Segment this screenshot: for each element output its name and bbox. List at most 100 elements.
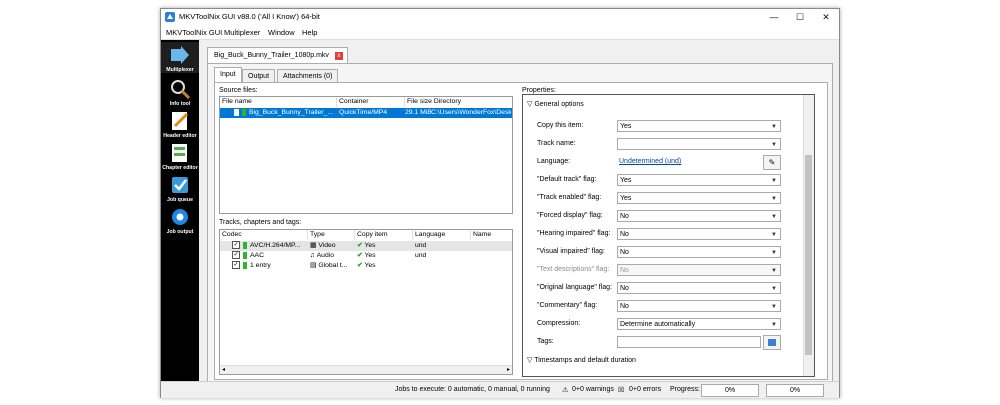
tab-output[interactable]: Output <box>242 69 276 83</box>
track-enabled-select[interactable]: Yes ▼ <box>617 192 781 204</box>
select-value: Determine automatically <box>620 321 696 328</box>
chevron-down-icon: ▼ <box>771 250 777 256</box>
commentary-select[interactable]: No ▼ <box>617 300 781 312</box>
horizontal-scrollbar[interactable]: ◂ ▸ <box>220 365 512 374</box>
browse-tags-button[interactable] <box>763 335 781 350</box>
check-icon: ✔ <box>357 242 363 249</box>
title-bar: MKVToolNix GUI v88.0 ('All I Know') 64-b… <box>161 9 839 25</box>
chevron-down-icon: ▼ <box>771 178 777 184</box>
table-row[interactable]: ✓ AVC/H.264/MP... ▦ Video ✔ Yes und <box>220 241 512 251</box>
section-title: Timestamps and default duration <box>534 357 636 364</box>
table-row[interactable]: Big_Buck_Bunny_Trailer_... QuickTime/MP4… <box>220 108 512 118</box>
general-options-header[interactable]: ▽ General options <box>527 99 584 111</box>
column-header[interactable]: Copy item <box>355 230 413 240</box>
error-icon[interactable]: ☒ <box>618 386 624 394</box>
track-name-input[interactable]: ▼ <box>617 138 781 150</box>
sidebar-item-info-tool[interactable]: Info tool <box>161 76 199 107</box>
column-header[interactable]: Language <box>413 230 471 240</box>
tags-input[interactable] <box>617 336 761 348</box>
sidebar-item-multiplexer[interactable]: Multiplexer <box>161 42 199 73</box>
scroll-left-icon[interactable]: ◂ <box>222 366 225 374</box>
chevron-down-icon: ▼ <box>771 142 777 148</box>
column-header[interactable]: Container <box>337 97 405 107</box>
language-link[interactable]: Undetermined (und) <box>619 156 681 168</box>
field-label: "Visual impaired" flag: <box>537 248 605 255</box>
select-value: No <box>620 303 629 310</box>
source-files-table[interactable]: File name Container File size Directory … <box>219 96 513 214</box>
scroll-right-icon[interactable]: ▸ <box>507 366 510 374</box>
original-language-select[interactable]: No ▼ <box>617 282 781 294</box>
sidebar-item-job-output[interactable]: Job output <box>161 204 199 235</box>
menu-mkvtoolnix[interactable]: MKVToolNix GUI <box>166 28 222 37</box>
codec-cell: 1 entry <box>250 262 271 269</box>
app-icon <box>165 12 175 22</box>
column-header[interactable]: Type <box>308 230 355 240</box>
field-label: Copy this item: <box>537 122 584 129</box>
tab-input[interactable]: Input <box>214 67 242 83</box>
select-value: Yes <box>620 123 632 130</box>
scrollbar-thumb[interactable] <box>805 155 812 355</box>
chevron-down-icon: ▼ <box>771 304 777 310</box>
select-value: No <box>620 285 629 292</box>
forced-display-select[interactable]: No ▼ <box>617 210 781 222</box>
field-label: "Forced display" flag: <box>537 212 603 219</box>
file-icon <box>234 108 239 116</box>
include-checkbox[interactable]: ✓ <box>232 251 240 260</box>
file-tab[interactable]: Big_Buck_Bunny_Trailer_1080p.mkv x <box>207 47 348 64</box>
close-tab-icon[interactable]: x <box>334 52 343 60</box>
minimize-button[interactable]: — <box>761 9 787 25</box>
file-name-cell: Big_Buck_Bunny_Trailer_... <box>234 108 334 118</box>
column-header[interactable]: Name <box>471 230 512 240</box>
chevron-down-icon: ▼ <box>771 124 777 130</box>
menu-bar: MKVToolNix GUI Multiplexer Window Help <box>161 25 839 40</box>
maximize-button[interactable]: ☐ <box>787 9 813 25</box>
copy-cell: Yes <box>364 252 376 259</box>
column-header[interactable]: Codec <box>220 230 308 240</box>
check-icon: ✔ <box>357 262 363 269</box>
copy-item-select[interactable]: Yes ▼ <box>617 120 781 132</box>
language-cell: und <box>415 252 427 259</box>
sidebar-item-job-queue[interactable]: Job queue <box>161 172 199 203</box>
include-checkbox[interactable]: ✓ <box>232 261 240 270</box>
column-header[interactable]: File name <box>220 97 337 107</box>
vertical-scrollbar[interactable] <box>803 95 814 376</box>
table-row[interactable]: ✓ 1 entry ▤ Global t... ✔ Yes <box>220 261 512 271</box>
pencil-icon: ✎ <box>768 158 776 167</box>
job-queue-icon <box>172 177 188 193</box>
menu-help[interactable]: Help <box>302 28 317 37</box>
sidebar-item-header-editor[interactable]: Header editor <box>161 108 199 139</box>
menu-multiplexer[interactable]: Multiplexer <box>224 28 260 37</box>
timestamps-header[interactable]: ▽ Timestamps and default duration <box>527 355 636 367</box>
table-row[interactable]: ✓ AAC ♫ Audio ✔ Yes und <box>220 251 512 261</box>
default-track-select[interactable]: Yes ▼ <box>617 174 781 186</box>
menu-window[interactable]: Window <box>268 28 295 37</box>
errors-count[interactable]: 0+0 errors <box>629 386 661 393</box>
sidebar-item-chapter-editor[interactable]: Chapter editor <box>161 140 199 171</box>
close-button[interactable]: ✕ <box>813 9 839 25</box>
hearing-impaired-select[interactable]: No ▼ <box>617 228 781 240</box>
warning-icon[interactable]: ⚠ <box>562 386 568 394</box>
compression-select[interactable]: Determine automatically ▼ <box>617 318 781 330</box>
select-value: No <box>620 213 629 220</box>
sidebar-label: Info tool <box>169 101 191 107</box>
browse-file-icon <box>768 339 776 346</box>
edit-language-button[interactable]: ✎ <box>763 155 781 170</box>
tracks-table[interactable]: Codec Type Copy item Language Name ✓ AVC/… <box>219 229 513 375</box>
column-header[interactable]: File size Directory <box>405 97 512 107</box>
select-value: Yes <box>620 177 632 184</box>
section-title: General options <box>534 101 584 108</box>
warnings-count[interactable]: 0+0 warnings <box>572 386 614 393</box>
field-label: Tags: <box>537 338 554 345</box>
type-cell: Global t... <box>318 262 348 269</box>
chevron-down-icon: ▼ <box>771 232 777 238</box>
visual-impaired-select[interactable]: No ▼ <box>617 246 781 258</box>
properties-label: Properties: <box>522 87 556 94</box>
field-label: "Default track" flag: <box>537 176 597 183</box>
app-window: MKVToolNix GUI v88.0 ('All I Know') 64-b… <box>160 8 840 398</box>
directory-cell: C:\Users\WonderFox\Desk... <box>431 109 511 116</box>
collapse-arrow-icon: ▽ <box>527 357 533 364</box>
progress-label: Progress: <box>670 386 700 393</box>
tab-attachments[interactable]: Attachments (0) <box>277 69 339 83</box>
include-checkbox[interactable]: ✓ <box>232 241 240 250</box>
field-label: "Track enabled" flag: <box>537 194 602 201</box>
